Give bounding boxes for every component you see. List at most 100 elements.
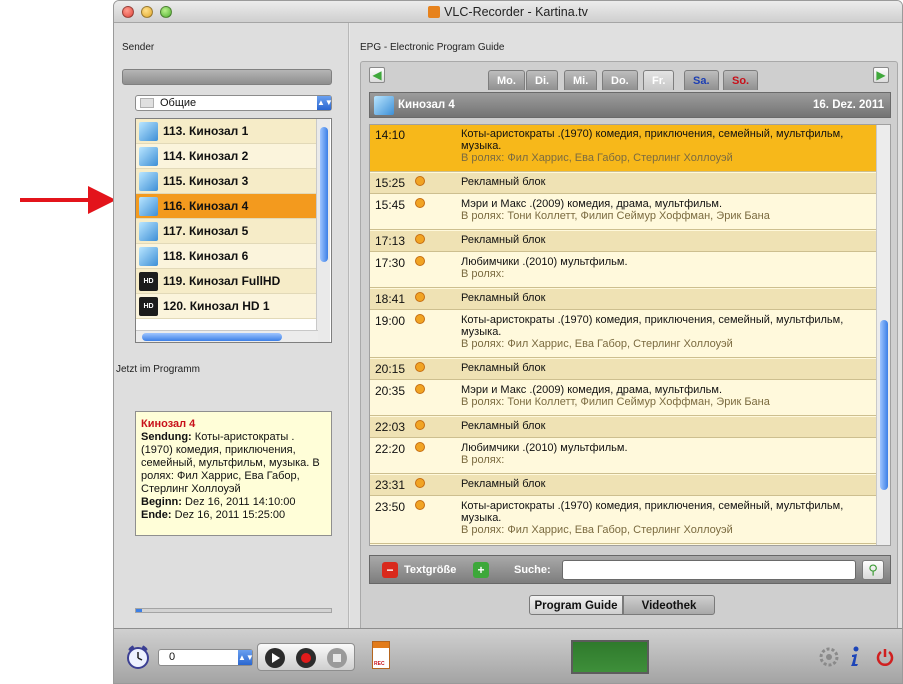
bottom-toolbar: 0 ▲▼ REC <box>114 628 902 683</box>
tab-program-guide[interactable]: Program Guide <box>529 595 623 615</box>
beginn-value: Dez 16, 2011 14:10:00 <box>185 496 296 508</box>
channel-list-hscrollbar[interactable] <box>136 330 318 342</box>
program-title: Коты-аристократы .(1970) комедия, приклю… <box>461 500 844 524</box>
program-row[interactable]: 14:10 Коты-аристократы .(1970) комедия, п… <box>370 125 877 172</box>
scroll-thumb[interactable] <box>320 127 328 262</box>
decrease-textsize-icon[interactable]: − <box>382 562 398 578</box>
red-arrow-annotation <box>20 186 116 214</box>
record-icon[interactable] <box>295 647 317 669</box>
chevron-updown-icon[interactable]: ▲▼ <box>238 650 254 665</box>
reminder-clock-icon[interactable] <box>415 384 425 394</box>
program-row[interactable]: 20:35 Мэри и Макс .(2009) комедия, драма,… <box>370 381 877 416</box>
alarm-clock-icon[interactable] <box>126 644 150 670</box>
tv-channel-icon <box>139 147 158 166</box>
reminder-clock-icon[interactable] <box>415 198 425 208</box>
reminder-clock-icon[interactable] <box>415 362 425 372</box>
reminder-clock-icon[interactable] <box>415 176 425 186</box>
previous-day-arrow-icon[interactable]: ◀ <box>369 67 385 83</box>
search-label: Suche: <box>514 564 551 576</box>
search-icon[interactable]: ⚲ <box>862 560 884 580</box>
increase-textsize-icon[interactable]: + <box>473 562 489 578</box>
search-input[interactable] <box>562 560 856 580</box>
program-time: 20:15 <box>375 362 406 376</box>
program-title: Рекламный блок <box>461 176 546 188</box>
channel-item[interactable]: 113. Кинозал 1 <box>136 119 318 144</box>
program-row[interactable]: 22:20 Любимчики .(2010) мультфильм. В роля… <box>370 439 877 474</box>
gear-icon[interactable] <box>819 647 839 667</box>
channel-label: 119. Кинозал FullHD <box>163 274 281 288</box>
program-title: Коты-аристократы .(1970) комедия, приклю… <box>461 128 844 152</box>
sendung-label: Sendung: <box>141 431 192 443</box>
reminder-clock-icon[interactable] <box>415 420 425 430</box>
day-tab[interactable]: Fr. <box>643 70 675 90</box>
program-row[interactable]: 19:00 Коты-аристократы .(1970) комедия, п… <box>370 311 877 358</box>
channel-list-scrollbar[interactable] <box>316 119 330 342</box>
program-list-scrollbar[interactable] <box>876 125 890 545</box>
day-tab[interactable]: Do. <box>602 70 638 90</box>
day-tab[interactable]: So. <box>723 70 759 90</box>
program-title: Любимчики .(2010) мультфильм. <box>461 256 628 268</box>
channel-label: 114. Кинозал 2 <box>163 149 249 163</box>
channel-group-select[interactable]: Общие ▲▼ <box>135 95 333 111</box>
stop-icon[interactable] <box>326 647 348 669</box>
program-row[interactable]: 15:45 Мэри и Макс .(2009) комедия, драма,… <box>370 195 877 230</box>
program-time: 17:13 <box>375 234 406 248</box>
group-swatch <box>140 98 154 108</box>
day-tab[interactable]: Mi. <box>564 70 598 90</box>
day-tab[interactable]: Mo. <box>488 70 525 90</box>
day-tab[interactable]: Di. <box>526 70 559 90</box>
channel-item[interactable]: HD 119. Кинозал FullHD <box>136 269 318 294</box>
sender-label: Sender <box>122 42 155 53</box>
next-day-arrow-icon[interactable]: ▶ <box>873 67 889 83</box>
program-time: 14:10 <box>375 128 406 142</box>
program-row[interactable]: 18:41 Рекламный блок <box>370 289 877 310</box>
info-icon[interactable] <box>847 646 863 668</box>
program-time: 22:20 <box>375 442 406 456</box>
epg-bottom-bar: − Textgröße + Suche: ⚲ <box>369 555 891 584</box>
program-row[interactable]: 23:50 Коты-аристократы .(1970) комедия, п… <box>370 497 877 544</box>
channel-item[interactable]: HD 120. Кинозал HD 1 <box>136 294 318 319</box>
program-row[interactable]: 23:31 Рекламный блок <box>370 475 877 496</box>
now-ende: Ende: Dez 16, 2011 15:25:00 <box>141 509 326 522</box>
right-panel: EPG - Electronic Program Guide ◀ ▶ Киноз… <box>350 23 902 641</box>
program-row[interactable]: 22:03 Рекламный блок <box>370 417 877 438</box>
reminder-clock-icon[interactable] <box>415 500 425 510</box>
video-preview[interactable] <box>571 640 649 674</box>
channel-item[interactable]: 118. Кинозал 6 <box>136 244 318 269</box>
tab-videothek[interactable]: Videothek <box>623 595 715 615</box>
channel-item[interactable]: 114. Кинозал 2 <box>136 144 318 169</box>
hd-icon: HD <box>139 297 158 316</box>
rec-file-icon[interactable]: REC <box>372 641 390 669</box>
program-row[interactable]: 17:30 Любимчики .(2010) мультфильм. В роля… <box>370 253 877 288</box>
program-time: 18:41 <box>375 292 406 306</box>
now-playing-box: Кинозал 4 Sendung: Коты-аристократы .(19… <box>135 411 332 536</box>
timer-select[interactable]: 0 ▲▼ <box>158 649 254 666</box>
channel-item[interactable]: 116. Кинозал 4 <box>136 194 318 219</box>
channel-item[interactable]: 115. Кинозал 3 <box>136 169 318 194</box>
program-progress-fill <box>136 609 142 612</box>
program-row[interactable]: 17:13 Рекламный блок <box>370 231 877 252</box>
media-controls <box>257 643 355 671</box>
program-time: 23:31 <box>375 478 406 492</box>
reminder-clock-icon[interactable] <box>415 314 425 324</box>
program-title: Мэри и Макс .(2009) комедия, драма, муль… <box>461 384 723 396</box>
reminder-clock-icon[interactable] <box>415 442 425 452</box>
day-tab[interactable]: Sa. <box>684 70 719 90</box>
reminder-clock-icon[interactable] <box>415 292 425 302</box>
program-cast: В ролях: <box>461 454 505 466</box>
scroll-thumb[interactable] <box>880 320 888 490</box>
program-cast: В ролях: Фил Харрис, Ева Габор, Стерлинг… <box>461 152 733 164</box>
program-list[interactable]: 23:50 Коты-аристократы .(1970) комедия, п… <box>369 124 891 546</box>
play-icon[interactable] <box>264 647 286 669</box>
chevron-updown-icon[interactable]: ▲▼ <box>317 96 333 110</box>
power-icon[interactable] <box>875 647 895 667</box>
hscroll-thumb[interactable] <box>142 333 282 341</box>
program-row[interactable]: 15:25 Рекламный блок <box>370 173 877 194</box>
channel-list[interactable]: HD 120. Кинозал HD 1 HD 119. Кинозал FullHD… <box>135 118 332 343</box>
channel-label: 118. Кинозал 6 <box>163 249 249 263</box>
reminder-clock-icon[interactable] <box>415 478 425 488</box>
program-row[interactable]: 20:15 Рекламный блок <box>370 359 877 380</box>
reminder-clock-icon[interactable] <box>415 234 425 244</box>
channel-item[interactable]: 117. Кинозал 5 <box>136 219 318 244</box>
reminder-clock-icon[interactable] <box>415 256 425 266</box>
